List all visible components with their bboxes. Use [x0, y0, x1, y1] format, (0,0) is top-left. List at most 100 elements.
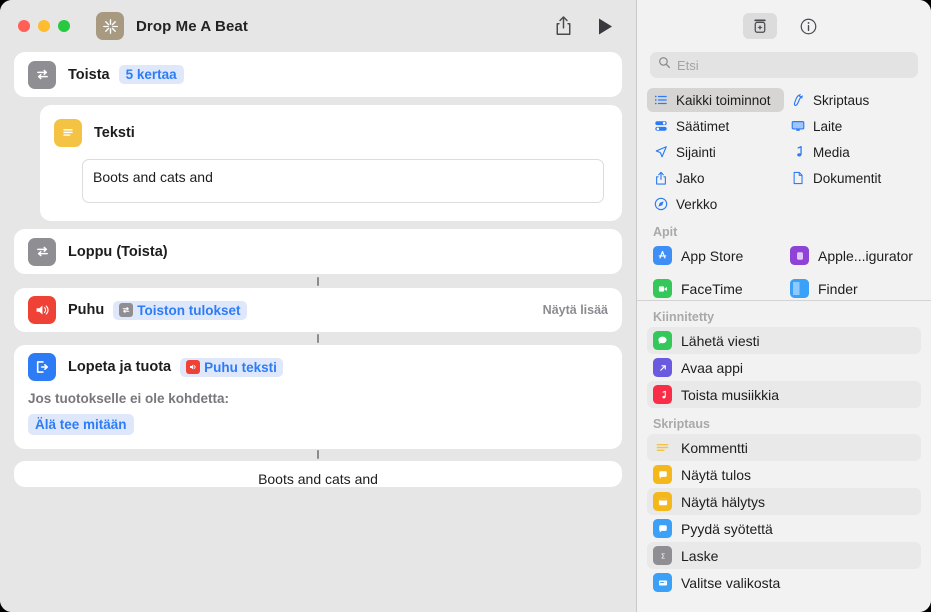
fallback-token[interactable]: Älä tee mitään [28, 414, 134, 435]
action-card-stop-and-output[interactable]: Lopeta ja tuota Puhu teksti Jos tuotokse… [14, 345, 622, 449]
share-icon [653, 171, 669, 186]
action-canvas: Toista 5 kertaa Teksti Boots and cats an… [0, 52, 636, 612]
show-more-button[interactable]: Näytä lisää [543, 303, 608, 317]
web-compass-icon [653, 197, 669, 211]
category-all-actions[interactable]: Kaikki toiminnot [647, 88, 784, 112]
list-item-play-music[interactable]: Toista musiikkia [647, 381, 921, 408]
library-toolbar [637, 0, 931, 52]
list-item-comment[interactable]: Kommentti [647, 434, 921, 461]
list-item[interactable]: Apple...igurator [784, 242, 921, 269]
section-title: Kiinnitetty [653, 310, 715, 324]
category-label: Dokumentit [813, 170, 882, 186]
list-item-label: Kommentti [681, 439, 748, 456]
zoom-button[interactable] [58, 20, 70, 32]
share-icon[interactable] [554, 15, 573, 37]
action-library-button[interactable] [743, 13, 777, 39]
list-item-label: Apple...igurator [818, 247, 913, 264]
speaker-icon [186, 360, 201, 374]
fallback-description: Jos tuotokselle ei ole kohdetta: [28, 391, 230, 406]
search-input[interactable]: Etsi [677, 58, 699, 73]
list-item-label: Finder [818, 280, 858, 297]
nested-action-group: Teksti Boots and cats and [14, 105, 622, 221]
window-title: Drop Me A Beat [136, 17, 248, 35]
action-card-repeat[interactable]: Toista 5 kertaa [14, 52, 622, 97]
category-web[interactable]: Verkko [647, 192, 784, 216]
text-input[interactable]: Boots and cats and [82, 159, 604, 203]
category-controls[interactable]: Säätimet [647, 114, 784, 138]
list-item-label: Toista musiikkia [681, 386, 780, 403]
shortcuts-icon [96, 12, 124, 40]
list-item-open-app[interactable]: Avaa appi [647, 354, 921, 381]
show-result-icon [653, 465, 672, 484]
apps-grid: App Store Apple...igurator FaceTime Find… [637, 242, 931, 300]
list-item-label: FaceTime [681, 280, 743, 297]
traffic-light-buttons[interactable] [18, 20, 70, 32]
speaker-icon [28, 296, 56, 324]
shortcuts-window: Drop Me A Beat Toista 5 kertaa Teksti Bo… [0, 0, 931, 612]
list-item-calculate[interactable]: Σ Laske [647, 542, 921, 569]
ask-input-icon [653, 519, 672, 538]
scripting-icon [790, 93, 806, 107]
section-title: Apit [653, 225, 678, 239]
title-bar-actions [554, 15, 620, 37]
text-icon [54, 119, 82, 147]
category-label: Verkko [676, 196, 718, 212]
category-label: Sijainti [676, 144, 716, 160]
close-button[interactable] [18, 20, 30, 32]
show-alert-icon [653, 492, 672, 511]
search-area: Etsi [637, 52, 931, 88]
repeat-icon [28, 237, 56, 266]
list-item-label: Laske [681, 547, 719, 564]
token-label: Puhu teksti [204, 359, 277, 375]
connector-1 [14, 274, 622, 288]
list-item-label: App Store [681, 247, 744, 264]
category-scripting[interactable]: Skriptaus [784, 88, 921, 112]
connector-2 [14, 332, 622, 345]
list-item[interactable]: FaceTime [647, 275, 784, 300]
search-field[interactable]: Etsi [650, 52, 918, 78]
list-item-send-message[interactable]: Lähetä viesti [647, 327, 921, 354]
location-icon [653, 145, 669, 159]
action-card-repeat-end[interactable]: Loppu (Toista) [14, 229, 622, 274]
output-destination-token[interactable]: Puhu teksti [180, 357, 283, 377]
action-label: Toista [68, 66, 110, 83]
output-preview-text: Boots and cats and [258, 471, 378, 487]
token-label: Toiston tulokset [137, 302, 241, 318]
section-title: Skriptaus [653, 417, 710, 431]
action-card-text[interactable]: Teksti Boots and cats and [40, 105, 622, 221]
list-item[interactable]: App Store [647, 242, 784, 269]
open-app-icon [653, 358, 672, 377]
action-label: Teksti [94, 125, 135, 141]
info-button[interactable] [791, 13, 825, 39]
action-card-speak[interactable]: Puhu Toiston tulokset Näytä lisää [14, 288, 622, 332]
category-sharing[interactable]: Jako [647, 166, 784, 190]
list-item-ask-input[interactable]: Pyydä syötettä [647, 515, 921, 542]
action-label: Lopeta ja tuota [68, 359, 172, 375]
category-label: Media [813, 144, 850, 160]
minimize-button[interactable] [38, 20, 50, 32]
category-label: Säätimet [676, 118, 730, 134]
list-item-choose-from-menu[interactable]: Valitse valikosta [647, 569, 921, 596]
action-label: Puhu [68, 302, 105, 318]
repeat-count-token[interactable]: 5 kertaa [118, 65, 184, 84]
category-location[interactable]: Sijainti [647, 140, 784, 164]
action-library-pane: Etsi Kaikki toiminnot Skriptaus Säätimet… [636, 0, 931, 612]
app-store-icon [653, 246, 672, 265]
list-item-label: Lähetä viesti [681, 332, 760, 349]
library-scrollbar[interactable] [924, 96, 929, 296]
category-grid: Kaikki toiminnot Skriptaus Säätimet Lait… [637, 88, 931, 216]
category-media[interactable]: Media [784, 140, 921, 164]
category-label: Skriptaus [813, 92, 870, 108]
speak-source-token[interactable]: Toiston tulokset [113, 300, 247, 320]
list-item-label: Näytä hälytys [681, 493, 766, 510]
shortcut-editor-pane: Drop Me A Beat Toista 5 kertaa Teksti Bo… [0, 0, 636, 612]
apple-configurator-icon [790, 246, 809, 265]
category-device[interactable]: Laite [784, 114, 921, 138]
category-documents[interactable]: Dokumentit [784, 166, 921, 190]
play-icon[interactable] [597, 17, 614, 36]
choose-menu-icon [653, 573, 672, 592]
output-preview-panel: Boots and cats and [14, 461, 622, 487]
list-item-show-alert[interactable]: Näytä hälytys [647, 488, 921, 515]
list-item[interactable]: Finder [784, 275, 921, 300]
list-item-show-result[interactable]: Näytä tulos [647, 461, 921, 488]
